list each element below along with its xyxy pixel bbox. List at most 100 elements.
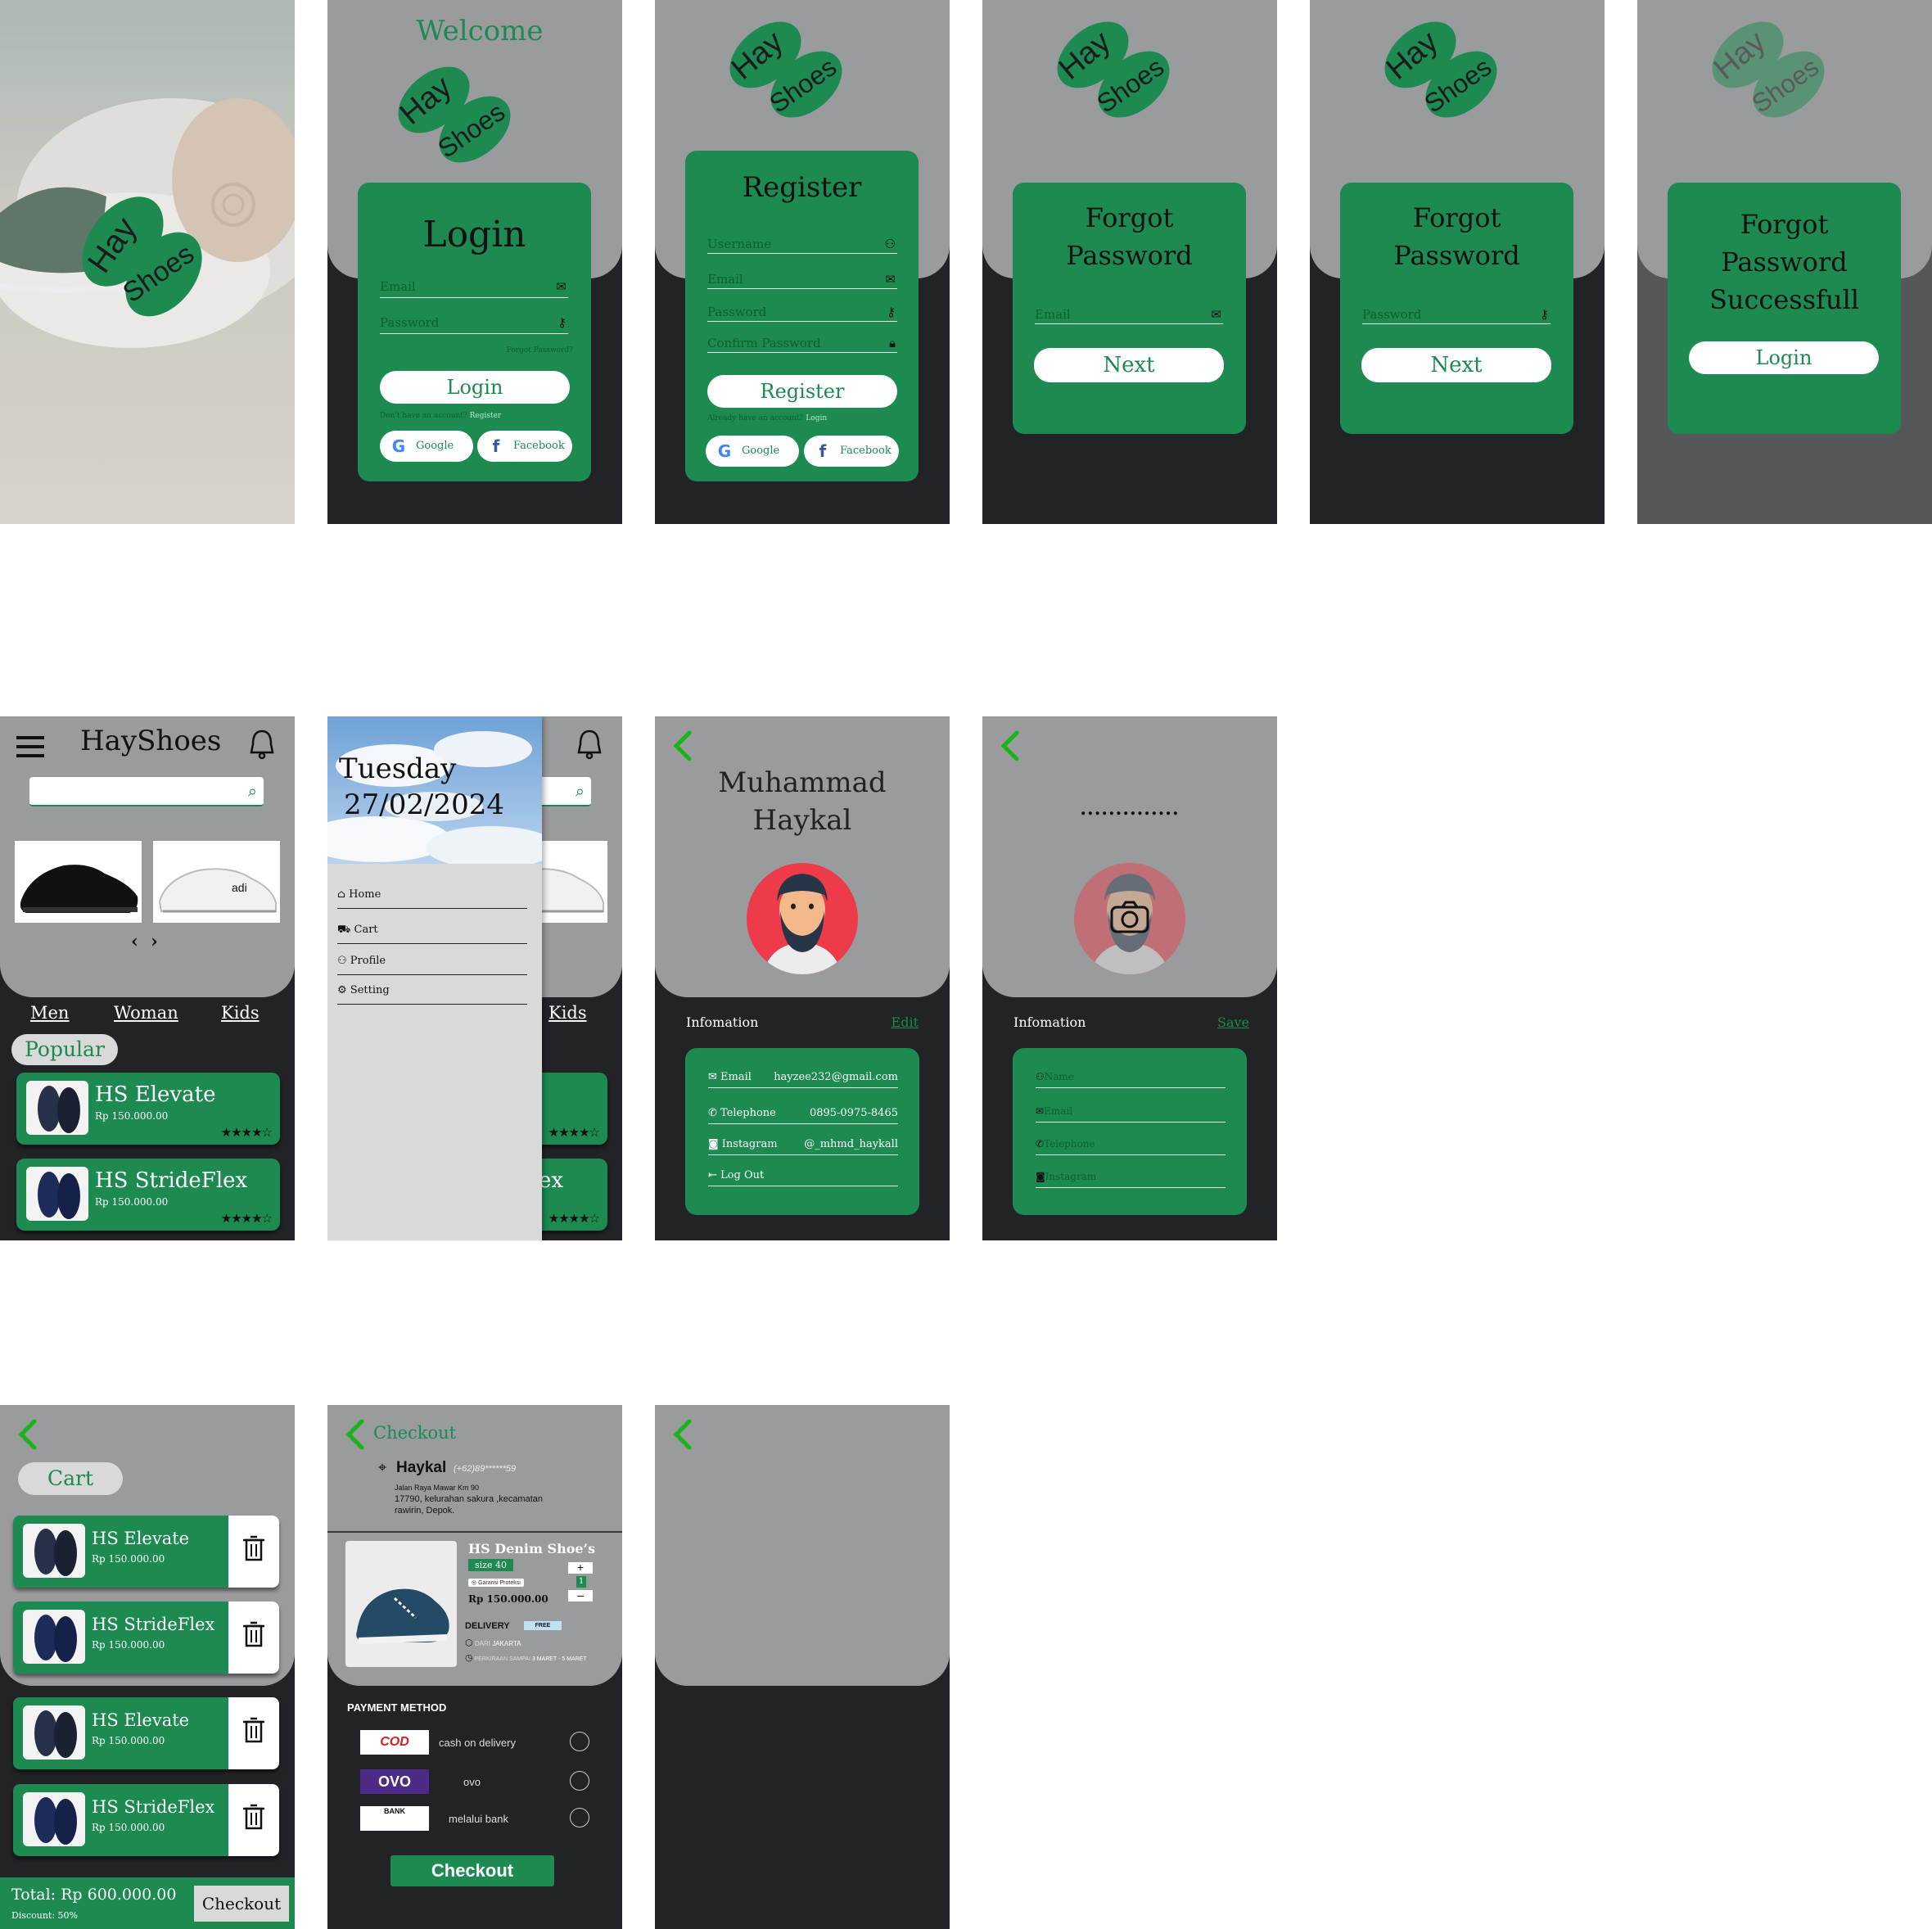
no-account-text: Don't have an account? [380, 412, 467, 420]
category-kids[interactable]: Kids [221, 1003, 260, 1023]
product-card[interactable]: HS StrideFlex Rp 150.000.00 ★★★★☆ [16, 1159, 280, 1231]
product-thumbnail [26, 1081, 88, 1135]
quantity-increase-button[interactable]: + [568, 1561, 593, 1574]
delete-button[interactable] [228, 1601, 279, 1674]
product-name-fragment: ex [539, 1168, 564, 1193]
forgot-password-link[interactable]: Forgot Password? [507, 346, 573, 355]
back-arrow-icon[interactable] [671, 730, 694, 762]
delete-button[interactable] [228, 1697, 279, 1769]
cart-item[interactable]: HS Elevate Rp 150.000.00 [13, 1697, 279, 1769]
facebook-button[interactable]: f Facebook [804, 436, 899, 467]
next-button[interactable]: Next [1361, 348, 1551, 382]
product-thumbnail [23, 1705, 85, 1760]
category-woman[interactable]: Woman [114, 1003, 178, 1023]
divider [327, 1531, 622, 1533]
product-price: Rp 150.000.00 [92, 1553, 165, 1565]
delete-button[interactable] [228, 1784, 279, 1856]
logout-row[interactable]: ⇤ Log Out [708, 1169, 898, 1186]
email-field[interactable]: Email ✉ [380, 279, 568, 298]
name-dots[interactable]: .............. [982, 798, 1277, 820]
key-icon: ⚷ [1540, 307, 1549, 322]
phone-icon: ✆ [1036, 1138, 1045, 1150]
cart-screen: Cart HS Elevate Rp 150.000.00 HS StrideF… [0, 1405, 295, 1929]
password-field[interactable]: Password ⚷ [1362, 307, 1551, 324]
payment-method-title: PAYMENT METHOD [347, 1701, 447, 1714]
success-card: Forgot Password Successfull Login [1668, 183, 1901, 434]
cart-icon: ⛟ [337, 924, 351, 936]
login-link[interactable]: Login [806, 414, 827, 422]
payment-option-bank[interactable]: BANK melalui bank [360, 1806, 598, 1831]
email-field[interactable]: ✉Email [1036, 1105, 1226, 1123]
cart-footer: Total: Rp 600.000.00 Discount: 50% Check… [0, 1877, 295, 1929]
carousel-next-arrow[interactable]: › [151, 931, 158, 952]
login-button[interactable]: Login [1689, 341, 1879, 374]
google-button[interactable]: G Google [706, 436, 799, 467]
cart-item[interactable]: HS Elevate Rp 150.000.00 [13, 1516, 279, 1588]
search-input[interactable]: ⌕ [29, 777, 264, 806]
login-button[interactable]: Login [380, 371, 570, 404]
cart-item[interactable]: HS StrideFlex Rp 150.000.00 [13, 1784, 279, 1856]
hayshoes-logo: Hay Shoes [1044, 4, 1208, 135]
key-icon: ⚷ [887, 305, 896, 319]
register-link[interactable]: Register [470, 412, 502, 420]
popular-tab[interactable]: Popular [11, 1034, 118, 1065]
bell-icon[interactable] [247, 728, 277, 761]
back-arrow-icon[interactable] [999, 730, 1022, 762]
drawer-item-cart[interactable]: ⛟ Cart [337, 924, 527, 944]
recipient-phone: (+62)89******59 [454, 1464, 517, 1474]
email-field[interactable]: Email ✉ [707, 272, 897, 289]
delete-button[interactable] [228, 1516, 279, 1588]
email-field[interactable]: Email ✉ [1035, 307, 1223, 324]
password-field[interactable]: Password ⚷ [707, 305, 897, 322]
payment-option-ovo[interactable]: OVO ovo [360, 1769, 598, 1794]
payment-option-cod[interactable]: COD cash on delivery [360, 1730, 598, 1755]
banner-shoe-white[interactable]: adi [153, 841, 280, 923]
mail-icon: ✉ [556, 279, 567, 294]
product-name: HS StrideFlex [92, 1615, 215, 1634]
edit-link[interactable]: Edit [892, 1014, 919, 1030]
home-icon: ⌂ [337, 888, 345, 901]
radio-button[interactable] [570, 1808, 589, 1827]
back-arrow-icon[interactable] [16, 1418, 39, 1451]
password-field[interactable]: Password ⚷ [380, 315, 568, 334]
carousel-prev-arrow[interactable]: ‹ [131, 931, 138, 952]
product-thumbnail [26, 1167, 88, 1221]
hayshoes-logo: Hay Shoes [385, 49, 548, 180]
category-men[interactable]: Men [30, 1003, 69, 1023]
banner-shoe-black[interactable] [15, 841, 142, 923]
telephone-field[interactable]: ✆Telephone [1036, 1138, 1226, 1155]
back-arrow-icon[interactable] [671, 1418, 694, 1451]
quantity-decrease-button[interactable]: – [568, 1589, 593, 1601]
user-icon: ⚇ [1036, 1071, 1045, 1082]
drawer-item-home[interactable]: ⌂ Home [337, 888, 527, 909]
username-field[interactable]: Username ⚇ [707, 237, 897, 254]
register-button[interactable]: Register [707, 375, 897, 408]
back-arrow-icon[interactable] [344, 1418, 367, 1451]
confirm-password-field[interactable]: Confirm Password 🔒︎ [707, 336, 897, 353]
drawer-item-setting[interactable]: ⚙ Setting [337, 984, 527, 1005]
drawer-item-profile[interactable]: ⚇ Profile [337, 955, 527, 975]
checkout-button[interactable]: Checkout [390, 1855, 554, 1886]
mail-icon: ✉ [708, 1071, 717, 1083]
svg-text:adi: adi [232, 881, 247, 894]
camera-icon[interactable] [1110, 901, 1149, 933]
register-title: Register [742, 171, 862, 204]
next-button[interactable]: Next [1034, 348, 1224, 382]
bell-icon[interactable] [575, 728, 604, 761]
user-icon: ⚇ [337, 955, 347, 967]
hayshoes-logo: Hay Shoes [716, 4, 880, 135]
radio-button[interactable] [570, 1771, 589, 1791]
menu-icon[interactable] [16, 734, 44, 759]
checkout-button[interactable]: Checkout [194, 1886, 289, 1922]
name-field[interactable]: ⚇Name [1036, 1071, 1226, 1088]
product-name: HS StrideFlex [92, 1797, 215, 1817]
information-label: Infomation [1013, 1014, 1086, 1030]
product-card[interactable]: HS Elevate Rp 150.000.00 ★★★★☆ [16, 1073, 280, 1145]
save-link[interactable]: Save [1217, 1014, 1249, 1030]
google-button[interactable]: G Google [380, 431, 473, 462]
facebook-button[interactable]: f Facebook [477, 431, 572, 462]
product-name: HS Denim Shoe’s [468, 1541, 596, 1556]
radio-button[interactable] [570, 1732, 589, 1751]
instagram-field[interactable]: ◙Instagram [1036, 1171, 1226, 1188]
cart-item[interactable]: HS StrideFlex Rp 150.000.00 [13, 1601, 279, 1674]
